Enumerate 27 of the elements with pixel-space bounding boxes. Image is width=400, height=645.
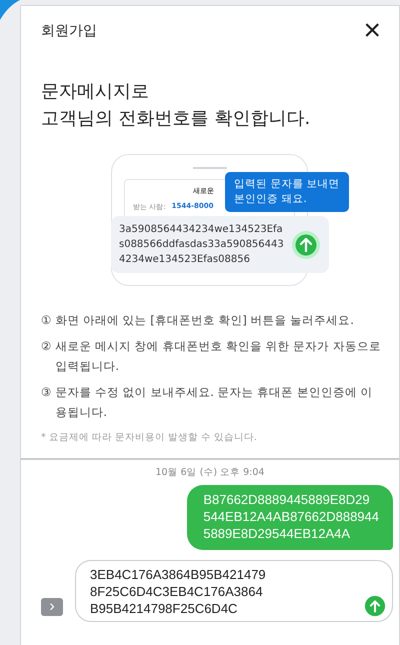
close-button[interactable]: × <box>363 16 381 46</box>
step-text: 화면 아래에 있는 [휴대폰번호 확인] 버튼을 눌러주세요. <box>55 312 354 329</box>
send-icon <box>291 230 321 260</box>
dialog-title: 회원가입 <box>41 22 97 40</box>
message-line: 544EB12A4AB87662D888944 <box>203 508 379 525</box>
input-line: 3EB4C176A3864B95B421479 <box>90 566 267 583</box>
message-timestamp: 10월 6일 (수) 오후 9:04 <box>154 466 266 479</box>
step-number: ③ <box>41 384 52 401</box>
message-input-field[interactable]: 3EB4C176A3864B95B421479 8F25C6D4C3EB4C176A3864 B95B4214798F25C6D4C <box>75 560 393 622</box>
input-line: 8F25C6D4C3EB4C176A3864 <box>90 583 264 600</box>
code-line: 4234we134523Efas08856 <box>119 253 251 267</box>
message-line: 5889E8D29544EB12A4A <box>203 525 352 542</box>
code-line: s088566ddfasdas33a590856443 <box>119 238 285 252</box>
step-number: ② <box>41 338 52 355</box>
fee-note: * 요금제에 따라 문자비용이 발생할 수 있습니다. <box>41 431 258 445</box>
input-line: B95B4214798F25C6D4C <box>90 600 238 617</box>
tooltip-line: 본인인증 돼요. <box>234 192 308 207</box>
step-text: 문자를 수정 없이 보내주세요. 문자는 휴대폰 본인인증에 이용됩니다. <box>55 384 374 421</box>
message-line: B87662D8889445889E8D29 <box>203 491 371 508</box>
step-text: 새로운 메시지 창에 휴대폰번호 확인을 위한 문자가 자동으로 입력됩니다. <box>55 338 381 375</box>
step-number: ① <box>41 312 52 329</box>
send-icon[interactable] <box>364 595 386 617</box>
code-line: 3a5908564434234we134523Efa <box>119 223 284 237</box>
corner-decoration <box>0 0 22 22</box>
heading-line: 문자메시지로 <box>41 80 150 104</box>
tooltip-line: 입력된 문자를 보내면 <box>234 177 340 192</box>
heading-line: 고객님의 전화번호를 확인합니다. <box>41 107 312 131</box>
